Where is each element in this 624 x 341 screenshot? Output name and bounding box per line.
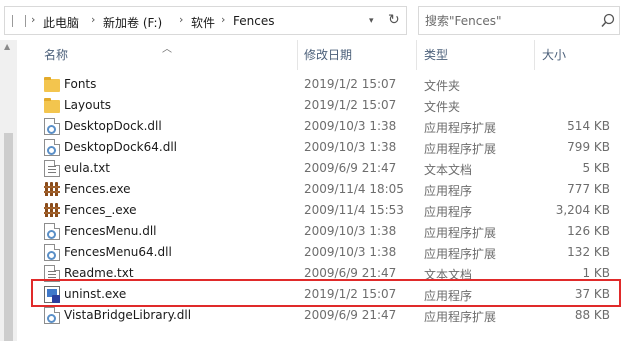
search-input[interactable] (425, 12, 595, 30)
file-date: 2009/6/9 21:47 (304, 308, 397, 322)
scrollbar-thumb[interactable] (4, 133, 13, 341)
file-row[interactable]: Layouts 2019/1/2 15:07 文件夹 (38, 95, 618, 116)
scroll-up-icon[interactable]: ▲ (4, 42, 10, 51)
dll-file-icon (44, 223, 60, 240)
file-type: 应用程序 (424, 289, 473, 303)
address-bar[interactable]: › 此电脑 › 新加卷 (F:) › 软件 › Fences ▾ ↻ (4, 6, 407, 35)
file-date: 2009/6/9 21:47 (304, 266, 397, 280)
file-size: 1 KB (582, 266, 610, 280)
file-name: eula.txt (64, 161, 111, 175)
file-type: 文本文档 (424, 268, 473, 282)
dll-file-icon (44, 139, 60, 156)
file-type: 文本文档 (424, 163, 473, 177)
file-row[interactable]: FencesMenu64.dll 2009/10/3 1:38 应用程序扩展 1… (38, 242, 618, 263)
file-date: 2009/10/3 1:38 (304, 140, 397, 154)
file-type: 文件夹 (424, 100, 461, 114)
column-header-row: ︿ 名称 修改日期 类型 大小 (0, 40, 624, 70)
file-name: Fences_.exe (64, 203, 137, 217)
file-type: 应用程序扩展 (424, 247, 497, 261)
file-date: 2009/6/9 21:47 (304, 161, 397, 175)
file-row[interactable]: eula.txt 2009/6/9 21:47 文本文档 5 KB (38, 158, 618, 179)
dll-file-icon (44, 307, 60, 324)
breadcrumb-separator-icon: › (91, 13, 96, 26)
address-dropdown-icon[interactable]: ▾ (369, 16, 374, 26)
file-row[interactable]: DesktopDock.dll 2009/10/3 1:38 应用程序扩展 51… (38, 116, 618, 137)
file-name: Fonts (64, 77, 97, 91)
file-name: FencesMenu64.dll (64, 245, 172, 259)
file-date: 2009/10/3 1:38 (304, 224, 397, 238)
file-row[interactable]: FencesMenu.dll 2009/10/3 1:38 应用程序扩展 126… (38, 221, 618, 242)
file-size: 88 KB (574, 308, 610, 322)
file-date: 2009/10/3 1:38 (304, 245, 397, 259)
breadcrumb-drive[interactable]: 新加卷 (F:) (103, 14, 162, 31)
column-divider[interactable] (534, 40, 535, 70)
text-file-icon (44, 160, 60, 177)
this-pc-icon (12, 15, 26, 27)
file-name: VistaBridgeLibrary.dll (64, 308, 192, 322)
file-size: 799 KB (567, 140, 610, 154)
file-row[interactable]: VistaBridgeLibrary.dll 2009/6/9 21:47 应用… (38, 305, 618, 326)
file-size: 3,204 KB (555, 203, 610, 217)
file-row[interactable]: Fonts 2019/1/2 15:07 文件夹 (38, 74, 618, 95)
file-type: 应用程序扩展 (424, 226, 497, 240)
file-row[interactable]: Fences_.exe 2009/11/4 15:53 应用程序 3,204 K… (38, 200, 618, 221)
folder-icon (44, 98, 60, 113)
folder-icon (44, 77, 60, 92)
column-header-name[interactable]: 名称 (44, 46, 68, 63)
file-size: 514 KB (567, 119, 610, 133)
breadcrumb-separator-icon: › (31, 13, 36, 26)
file-name: Fences.exe (64, 182, 131, 196)
search-icon[interactable] (601, 13, 615, 29)
file-name: DesktopDock.dll (64, 119, 162, 133)
file-type: 应用程序扩展 (424, 310, 497, 324)
breadcrumb-separator-icon: › (221, 13, 226, 26)
file-name: uninst.exe (64, 287, 127, 301)
text-file-icon (44, 265, 60, 282)
file-type: 应用程序扩展 (424, 142, 497, 156)
file-type: 应用程序扩展 (424, 121, 497, 135)
breadcrumb-this-pc[interactable]: 此电脑 (43, 14, 79, 31)
column-header-type[interactable]: 类型 (424, 46, 448, 63)
search-box[interactable] (418, 6, 620, 35)
file-row[interactable]: Fences.exe 2009/11/4 18:05 应用程序 777 KB (38, 179, 618, 200)
breadcrumb-separator-icon: › (179, 13, 184, 26)
file-name: FencesMenu.dll (64, 224, 157, 238)
column-divider[interactable] (416, 40, 417, 70)
dll-file-icon (44, 118, 60, 135)
file-name: DesktopDock64.dll (64, 140, 177, 154)
file-size: 132 KB (567, 245, 610, 259)
file-date: 2019/1/2 15:07 (304, 98, 397, 112)
sort-ascending-icon: ︿ (162, 44, 172, 55)
file-size: 777 KB (567, 182, 610, 196)
fences-app-icon (44, 202, 60, 219)
file-date: 2009/11/4 18:05 (304, 182, 404, 196)
file-type: 应用程序 (424, 205, 473, 219)
file-size: 126 KB (567, 224, 610, 238)
file-type: 应用程序 (424, 184, 473, 198)
column-header-date[interactable]: 修改日期 (304, 46, 352, 63)
fences-app-icon (44, 181, 60, 198)
dll-file-icon (44, 244, 60, 261)
uninstaller-icon (44, 286, 60, 303)
file-date: 2009/10/3 1:38 (304, 119, 397, 133)
file-name: Layouts (64, 98, 112, 112)
file-type: 文件夹 (424, 79, 461, 93)
breadcrumb-fences[interactable]: Fences (233, 14, 274, 28)
file-row[interactable]: DesktopDock64.dll 2009/10/3 1:38 应用程序扩展 … (38, 137, 618, 158)
refresh-icon[interactable]: ↻ (388, 12, 400, 28)
breadcrumb-software[interactable]: 软件 (191, 14, 215, 31)
toolbar: › 此电脑 › 新加卷 (F:) › 软件 › Fences ▾ ↻ (0, 0, 624, 40)
column-header-size[interactable]: 大小 (542, 46, 566, 63)
file-name: Readme.txt (64, 266, 134, 280)
file-size: 5 KB (582, 161, 610, 175)
nav-pane-scrollbar[interactable]: ▲ (0, 40, 17, 341)
column-divider[interactable] (297, 40, 298, 70)
file-date: 2009/11/4 15:53 (304, 203, 404, 217)
file-size: 37 KB (574, 287, 610, 301)
file-date: 2019/1/2 15:07 (304, 287, 397, 301)
file-row-uninst[interactable]: uninst.exe 2019/1/2 15:07 应用程序 37 KB (38, 284, 618, 305)
file-date: 2019/1/2 15:07 (304, 77, 397, 91)
file-row[interactable]: Readme.txt 2009/6/9 21:47 文本文档 1 KB (38, 263, 618, 284)
